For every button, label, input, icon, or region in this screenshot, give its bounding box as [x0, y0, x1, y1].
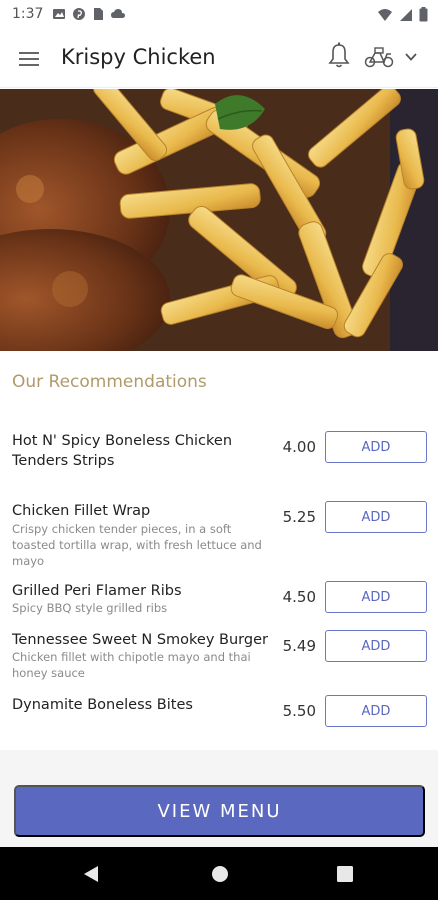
image-icon [53, 9, 65, 19]
view-menu-button[interactable]: VIEW MENU [14, 785, 425, 837]
item-description: Chicken fillet with chipotle mayo and th… [12, 650, 251, 680]
item-price: 5.49 [282, 637, 316, 655]
status-bar: 1:37 [0, 0, 438, 30]
section-title-recommendations: Our Recommendations [12, 372, 207, 392]
item-price: 4.00 [282, 438, 316, 456]
back-icon[interactable] [82, 864, 100, 884]
bell-icon[interactable] [328, 42, 350, 70]
add-button[interactable]: ADD [325, 581, 427, 613]
item-name: Dynamite Boneless Bites [12, 697, 193, 713]
add-button[interactable]: ADD [325, 630, 427, 662]
hero-food-image [0, 89, 438, 351]
cloud-icon [111, 9, 125, 18]
item-description: Spicy BBQ style grilled ribs [12, 601, 168, 615]
add-button[interactable]: ADD [325, 431, 427, 463]
menu-icon[interactable] [16, 46, 44, 72]
system-nav-bar [0, 847, 438, 900]
status-time: 1:37 [12, 6, 44, 22]
pinterest-icon [73, 8, 85, 20]
add-button[interactable]: ADD [325, 501, 427, 533]
item-price: 5.50 [282, 702, 316, 720]
item-name: Chicken Fillet Wrap [12, 503, 151, 519]
item-name: Hot N' Spicy Boneless Chicken Tenders St… [12, 433, 233, 469]
item-name: Grilled Peri Flamer Ribs [12, 583, 182, 599]
page-title: Krispy Chicken [61, 45, 216, 69]
status-notification-icons [52, 7, 126, 21]
status-system-icons [377, 7, 428, 22]
item-price: 4.50 [282, 588, 316, 606]
wifi-icon [378, 8, 392, 21]
add-button[interactable]: ADD [325, 695, 427, 727]
app-bar: Krispy Chicken [0, 30, 438, 88]
sim-icon [94, 8, 103, 20]
delivery-bike-icon[interactable] [364, 46, 394, 68]
home-icon[interactable] [210, 864, 230, 884]
signal-icon [400, 8, 412, 21]
battery-icon [419, 7, 428, 22]
item-name: Tennessee Sweet N Smokey Burger [12, 632, 268, 648]
item-description: Crispy chicken tender pieces, in a soft … [12, 522, 262, 568]
item-price: 5.25 [282, 508, 316, 526]
recents-icon[interactable] [336, 865, 354, 883]
food-photo-icon [0, 89, 438, 351]
chevron-down-icon[interactable] [403, 49, 419, 65]
